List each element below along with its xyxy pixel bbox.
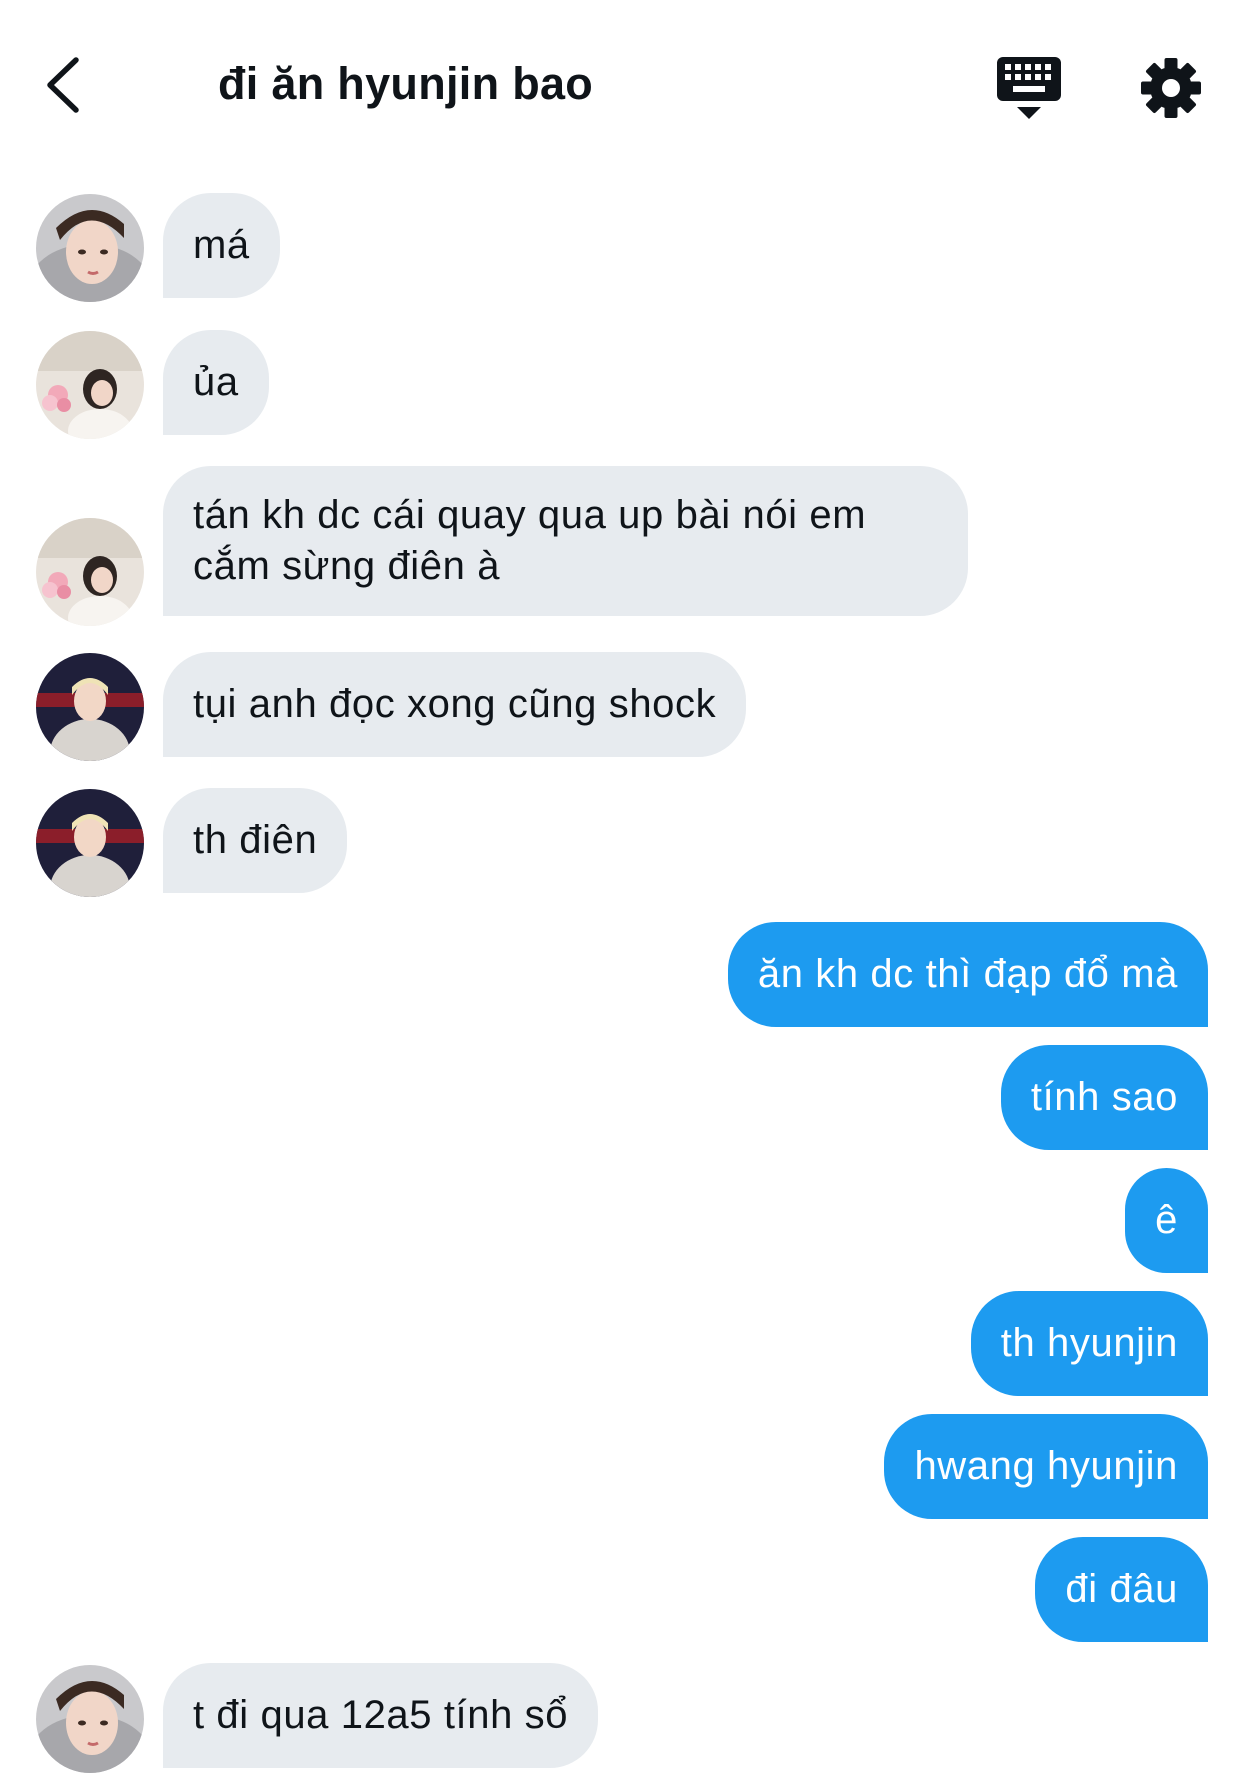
keyboard-shortcuts-button[interactable]: [995, 55, 1063, 121]
settings-button[interactable]: [1140, 57, 1202, 119]
chat-header: đi ăn hyunjin bao: [0, 0, 1242, 170]
avatar[interactable]: [36, 653, 144, 761]
gear-icon: [1141, 58, 1201, 118]
chevron-left-icon: [47, 57, 79, 113]
back-button[interactable]: [40, 50, 90, 120]
keyboard-icon: [997, 57, 1061, 119]
message-bubble-outgoing[interactable]: đi đâu: [1035, 1537, 1208, 1642]
message-bubble-incoming[interactable]: tụi anh đọc xong cũng shock: [163, 652, 747, 757]
avatar[interactable]: [36, 518, 144, 626]
message-bubble-incoming[interactable]: má: [163, 193, 280, 298]
message-bubble-outgoing[interactable]: th hyunjin: [970, 1291, 1208, 1396]
message-bubble-outgoing[interactable]: tính sao: [1000, 1045, 1208, 1150]
avatar[interactable]: [36, 331, 144, 439]
message-bubble-incoming[interactable]: tán kh dc cái quay qua up bài nói em cắm…: [163, 466, 968, 616]
avatar[interactable]: [36, 789, 144, 897]
conversation-title[interactable]: đi ăn hyunjin bao: [218, 58, 593, 110]
message-bubble-incoming[interactable]: t đi qua 12a5 tính sổ: [163, 1663, 599, 1768]
message-bubble-incoming[interactable]: th điên: [163, 788, 348, 893]
avatar[interactable]: [36, 1665, 144, 1773]
message-bubble-outgoing[interactable]: ăn kh dc thì đạp đổ mà: [727, 922, 1208, 1027]
message-bubble-incoming[interactable]: ủa: [163, 330, 269, 435]
avatar[interactable]: [36, 194, 144, 302]
message-bubble-outgoing[interactable]: ê: [1125, 1168, 1208, 1273]
message-bubble-outgoing[interactable]: hwang hyunjin: [884, 1414, 1208, 1519]
